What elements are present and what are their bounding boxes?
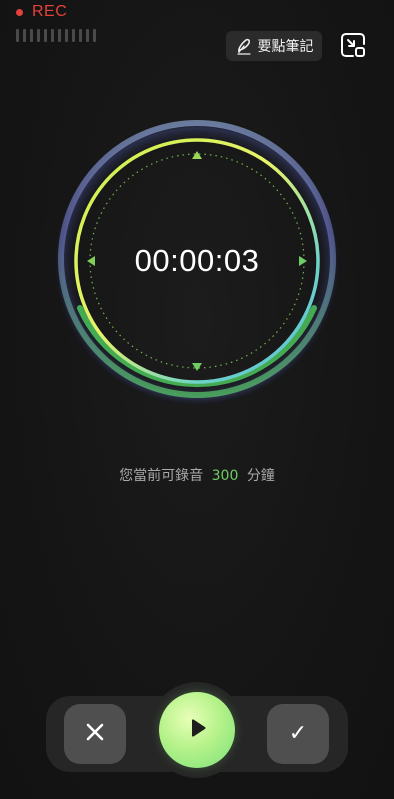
- timer-dial: 00:00:03: [52, 118, 342, 408]
- minimize-button[interactable]: [337, 31, 369, 63]
- remaining-time-text: 您當前可錄音 300 分鐘: [0, 465, 394, 485]
- check-icon: ✓: [288, 721, 308, 746]
- recording-dot-icon: [16, 8, 23, 16]
- minimize-icon: [339, 31, 367, 63]
- recording-indicator: REC: [16, 3, 67, 21]
- remaining-suffix: 分鐘: [246, 468, 275, 484]
- level-bar: [58, 29, 61, 42]
- level-bar: [72, 29, 75, 42]
- notes-button[interactable]: 要點筆記: [226, 31, 322, 61]
- level-bar: [93, 29, 96, 42]
- level-bar: [51, 29, 54, 42]
- notes-label: 要點筆記: [257, 39, 314, 55]
- remaining-minutes: 300: [211, 468, 239, 484]
- level-bar: [37, 29, 40, 42]
- level-bar: [79, 29, 82, 42]
- confirm-button[interactable]: ✓: [267, 704, 329, 764]
- level-bar: [30, 29, 33, 42]
- level-bar: [65, 29, 68, 42]
- pen-icon: [235, 37, 253, 55]
- cancel-button[interactable]: [64, 704, 126, 764]
- audio-level-meter: [16, 29, 96, 42]
- play-icon: [185, 716, 209, 744]
- level-bar: [16, 29, 19, 42]
- level-bar: [23, 29, 26, 42]
- rec-label: REC: [32, 3, 68, 20]
- close-icon: [85, 722, 105, 746]
- level-bar: [44, 29, 47, 42]
- play-button[interactable]: [159, 692, 235, 768]
- level-bar: [86, 29, 89, 42]
- elapsed-timer: 00:00:03: [134, 243, 260, 278]
- remaining-prefix: 您當前可錄音: [119, 468, 204, 484]
